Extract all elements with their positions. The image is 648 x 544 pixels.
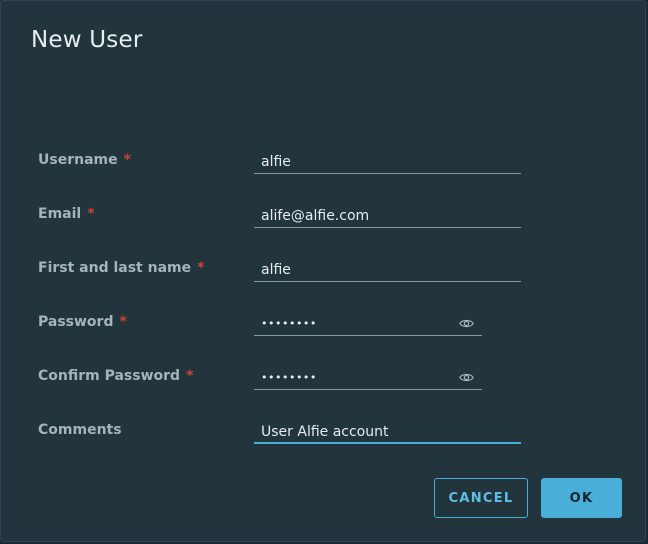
- name-input[interactable]: alfie: [254, 258, 521, 282]
- comments-label: Comments: [38, 421, 122, 439]
- ok-button[interactable]: OK: [541, 478, 622, 518]
- eye-icon[interactable]: [459, 372, 474, 383]
- name-label: First and last name *: [38, 259, 204, 277]
- confirm-password-label: Confirm Password *: [38, 367, 193, 385]
- name-label-text: First and last name: [38, 260, 192, 276]
- password-label: Password *: [38, 313, 127, 331]
- username-label-text: Username: [38, 152, 118, 168]
- email-label-text: Email: [38, 206, 82, 222]
- eye-icon[interactable]: [459, 318, 474, 329]
- email-input[interactable]: alife@alfie.com: [254, 204, 521, 228]
- comments-value: User Alfie account: [261, 424, 389, 440]
- required-marker: *: [186, 368, 194, 384]
- name-value: alfie: [261, 262, 291, 278]
- password-masked-value: ••••••••: [261, 317, 317, 330]
- required-marker: *: [87, 206, 95, 222]
- confirm-password-input[interactable]: ••••••••: [254, 366, 482, 390]
- required-marker: *: [119, 314, 127, 330]
- comments-input[interactable]: User Alfie account: [254, 420, 521, 444]
- dialog-title: New User: [31, 27, 143, 53]
- confirm-password-label-text: Confirm Password: [38, 368, 181, 384]
- password-input[interactable]: ••••••••: [254, 312, 482, 336]
- required-marker: *: [123, 152, 131, 168]
- username-value: alfie: [261, 154, 291, 170]
- cancel-button[interactable]: CANCEL: [434, 478, 528, 518]
- comments-label-text: Comments: [38, 422, 122, 438]
- confirm-password-masked-value: ••••••••: [261, 371, 317, 384]
- email-value: alife@alfie.com: [261, 208, 370, 224]
- email-label: Email *: [38, 205, 95, 223]
- required-marker: *: [197, 260, 205, 276]
- username-input[interactable]: alfie: [254, 150, 521, 174]
- username-label: Username *: [38, 151, 131, 169]
- password-label-text: Password: [38, 314, 114, 330]
- new-user-dialog: New User Username * alfie Email * alife@al…: [0, 0, 646, 542]
